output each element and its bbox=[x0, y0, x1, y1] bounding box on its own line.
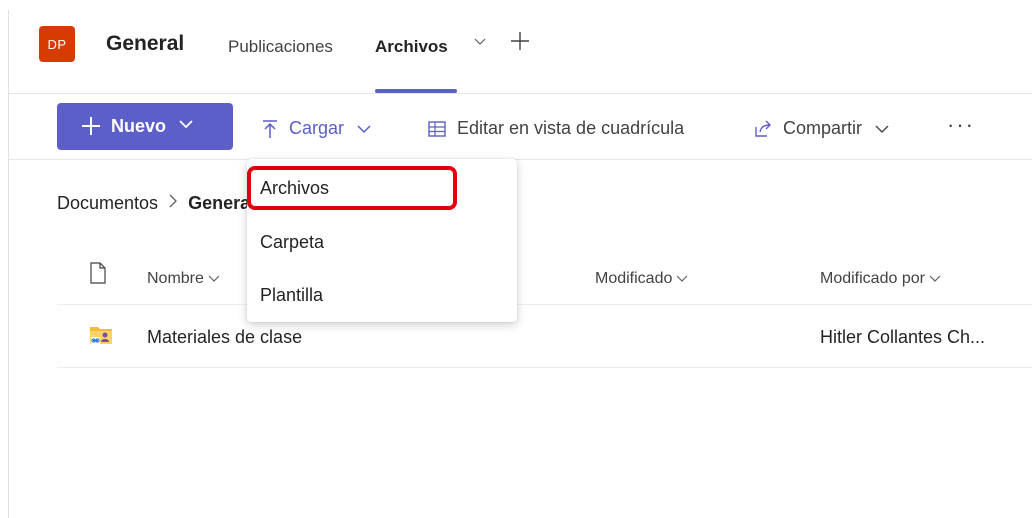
grid-icon bbox=[427, 119, 447, 139]
chevron-down-icon bbox=[208, 272, 220, 287]
shared-folder-icon bbox=[89, 324, 113, 351]
add-tab-button[interactable] bbox=[509, 28, 531, 59]
breadcrumb-root[interactable]: Documentos bbox=[57, 193, 158, 214]
row-name[interactable]: Materiales de clase bbox=[147, 327, 302, 348]
plus-icon bbox=[81, 113, 101, 141]
upload-menu: Archivos Carpeta Plantilla bbox=[247, 159, 517, 322]
table-row[interactable]: Materiales de clase Hitler Collantes Ch.… bbox=[57, 306, 1032, 368]
file-type-icon[interactable] bbox=[89, 262, 107, 289]
active-tab-indicator bbox=[375, 89, 457, 93]
share-label: Compartir bbox=[783, 118, 863, 138]
tab-publicaciones[interactable]: Publicaciones bbox=[228, 37, 333, 57]
breadcrumb-current: General bbox=[188, 193, 256, 213]
channel-title: General bbox=[106, 32, 185, 55]
chevron-down-icon bbox=[676, 272, 688, 287]
upload-label: Cargar bbox=[289, 118, 345, 138]
team-avatar[interactable]: DP bbox=[39, 26, 75, 62]
upload-icon bbox=[261, 119, 279, 139]
menu-item-carpeta[interactable]: Carpeta bbox=[247, 217, 517, 267]
column-header-modified[interactable]: Modificado bbox=[595, 270, 688, 288]
command-bar: Nuevo Cargar Editar en vista de cuadrícu… bbox=[9, 94, 1032, 160]
column-header-name-label: Nombre bbox=[147, 270, 204, 287]
channel-header: DP General Publicaciones Archivos bbox=[9, 10, 1032, 94]
files-frame: DP General Publicaciones Archivos Nuevo … bbox=[8, 10, 1032, 518]
divider bbox=[57, 304, 1032, 305]
chevron-right-icon bbox=[168, 193, 178, 214]
chevron-down-icon bbox=[929, 272, 941, 287]
breadcrumb: Documentos General bbox=[57, 193, 255, 214]
chevron-down-icon[interactable] bbox=[473, 34, 487, 51]
edit-grid-view-label: Editar en vista de cuadrícula bbox=[457, 118, 685, 138]
chevron-down-icon bbox=[874, 121, 890, 137]
new-button[interactable]: Nuevo bbox=[57, 103, 233, 150]
edit-grid-view-button[interactable]: Editar en vista de cuadrícula bbox=[427, 118, 684, 139]
share-button[interactable]: Compartir bbox=[753, 118, 890, 139]
column-header-modified-by[interactable]: Modificado por bbox=[820, 270, 941, 288]
menu-item-archivos[interactable]: Archivos bbox=[247, 163, 517, 213]
column-header-modified-label: Modificado bbox=[595, 270, 673, 287]
column-header-name[interactable]: Nombre bbox=[147, 270, 220, 288]
share-icon bbox=[753, 119, 773, 139]
more-options-button[interactable]: ··· bbox=[947, 112, 975, 138]
chevron-down-icon bbox=[356, 121, 372, 137]
cropped-caption bbox=[0, 0, 1032, 10]
upload-button[interactable]: Cargar bbox=[261, 118, 372, 139]
menu-item-plantilla[interactable]: Plantilla bbox=[247, 270, 517, 320]
row-modified-by: Hitler Collantes Ch... bbox=[820, 327, 986, 347]
column-header-modified-by-label: Modificado por bbox=[820, 270, 925, 287]
chevron-down-icon bbox=[178, 116, 194, 137]
plus-icon bbox=[511, 32, 529, 50]
tab-archivos[interactable]: Archivos bbox=[375, 37, 448, 57]
new-button-label: Nuevo bbox=[111, 116, 167, 136]
